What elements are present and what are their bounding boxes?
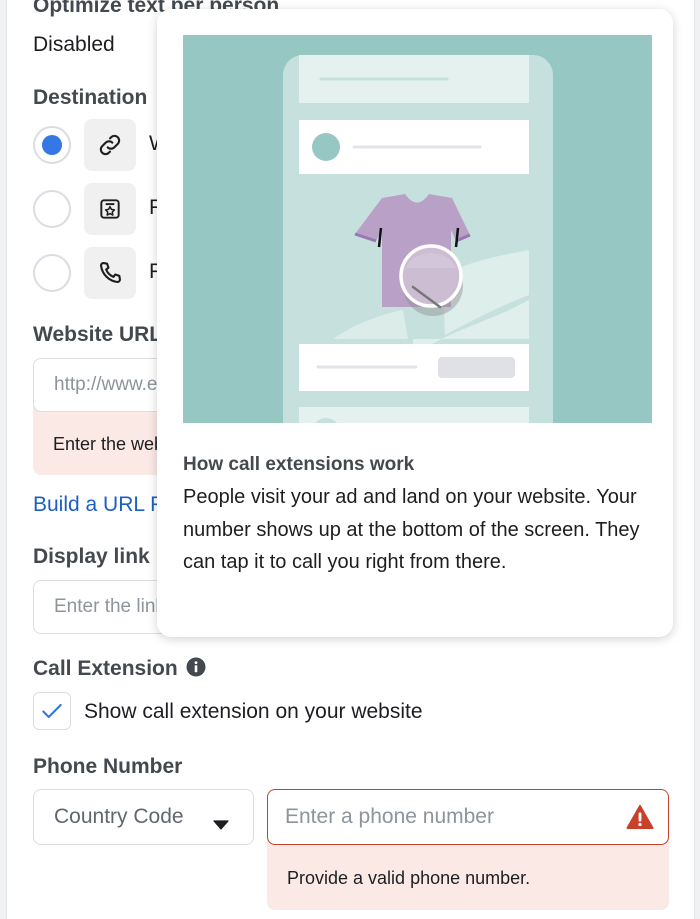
call-extension-info-popover: How call extensions work People visit yo…: [157, 9, 673, 637]
radio-website[interactable]: [33, 126, 71, 164]
link-icon: [84, 119, 136, 171]
scrollbar-track[interactable]: [694, 0, 700, 919]
call-extension-label-text: Call Extension: [33, 657, 178, 680]
destination-label: Destination: [33, 86, 148, 109]
phone-number-input[interactable]: Enter a phone number: [267, 789, 669, 845]
caret-down-icon: [213, 812, 229, 836]
radio-event[interactable]: [33, 190, 71, 228]
phone-icon: [84, 247, 136, 299]
radio-phone[interactable]: [33, 254, 71, 292]
display-link-label: Display link: [33, 545, 150, 568]
info-icon[interactable]: [186, 657, 206, 683]
country-code-select[interactable]: Country Code: [33, 789, 254, 845]
optimize-text-value: Disabled: [33, 33, 115, 56]
call-extension-checkbox-label: Show call extension on your website: [84, 700, 423, 723]
country-code-placeholder: Country Code: [54, 805, 184, 828]
call-extension-checkbox[interactable]: [33, 692, 71, 730]
popover-title: How call extensions work: [183, 454, 415, 475]
phone-number-label: Phone Number: [33, 755, 183, 778]
phone-mockup-illustration: [183, 35, 652, 423]
call-extension-label: Call Extension: [33, 657, 206, 683]
call-extension-illustration: [183, 35, 652, 423]
event-star-icon: [84, 183, 136, 235]
checkmark-icon: [42, 703, 62, 719]
popover-body: People visit your ad and land on your we…: [183, 486, 640, 573]
phone-number-placeholder: Enter a phone number: [285, 805, 494, 828]
left-panel-edge: [0, 0, 7, 919]
phone-number-error: Provide a valid phone number.: [267, 838, 669, 910]
website-url-label: Website URL: [33, 323, 163, 346]
warning-icon: [626, 804, 654, 836]
